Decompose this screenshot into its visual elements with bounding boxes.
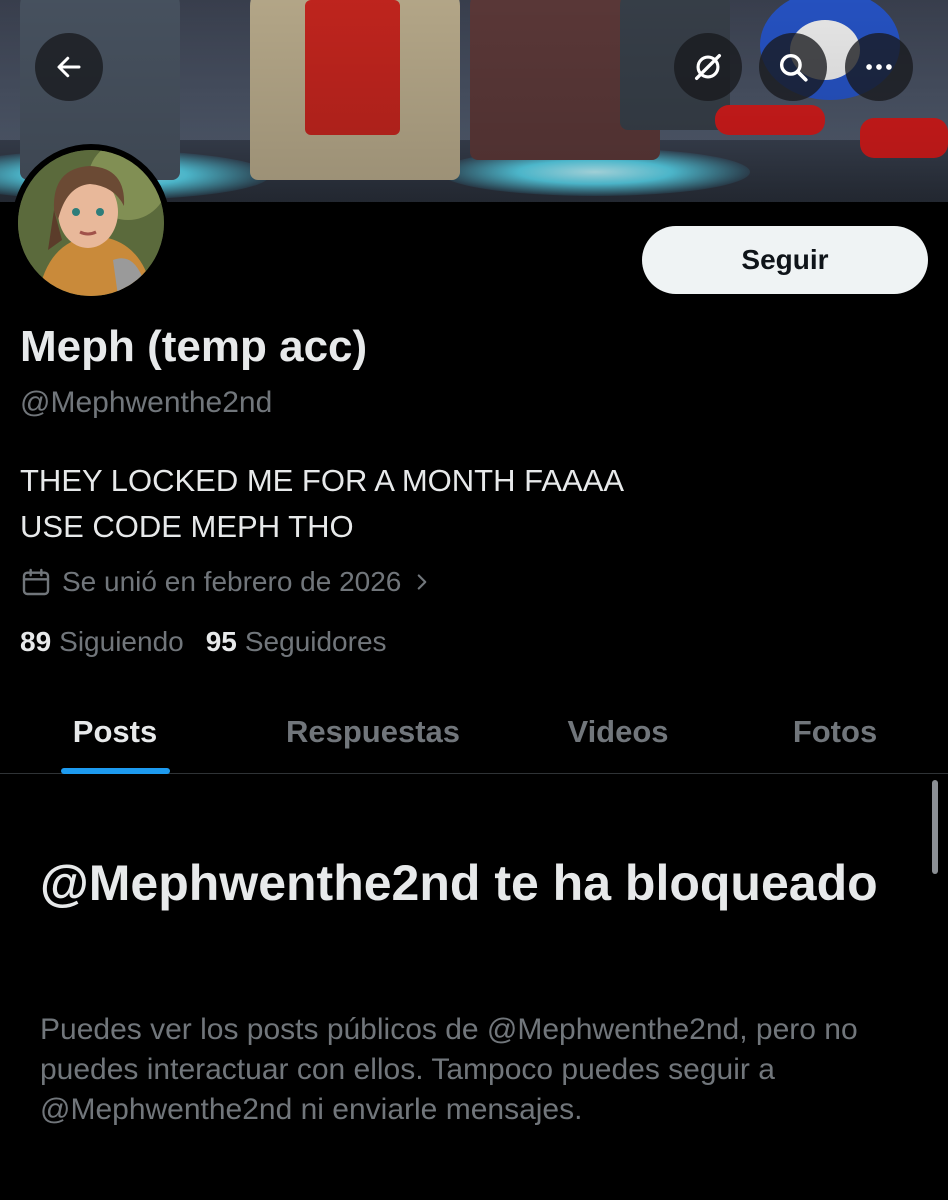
followers-label: Seguidores xyxy=(244,626,387,657)
avatar-image xyxy=(18,150,164,296)
chevron-right-icon xyxy=(418,574,427,590)
bio-line: USE CODE MEPH THO xyxy=(20,509,354,544)
avatar-illustration xyxy=(18,150,164,296)
search-button[interactable] xyxy=(759,33,827,101)
followers-link[interactable]: 95 Seguidores xyxy=(206,626,387,658)
joined-text: Se unió en febrero de 2026 xyxy=(62,566,402,597)
tab-videos[interactable]: Videos xyxy=(540,690,696,774)
search-icon xyxy=(779,53,808,82)
grok-button[interactable] xyxy=(674,33,742,101)
grok-slash-icon xyxy=(694,53,722,81)
calendar-icon xyxy=(22,568,50,596)
arrow-left-icon xyxy=(57,56,81,78)
display-name: Meph (temp acc) xyxy=(20,322,368,371)
blocked-description: Puedes ver los posts públicos de @Mephwe… xyxy=(40,1013,858,1126)
tab-respuestas[interactable]: Respuestas xyxy=(260,690,486,774)
more-button[interactable] xyxy=(845,33,913,101)
profile-tabs: Posts Respuestas Videos Fotos xyxy=(0,690,948,774)
following-link[interactable]: 89 Siguiendo xyxy=(20,626,184,658)
blocked-title: @Mephwenthe2nd te ha bloqueado xyxy=(40,855,878,911)
user-handle: @Mephwenthe2nd xyxy=(20,386,273,419)
followers-count: 95 xyxy=(205,626,237,657)
bio-line: THEY LOCKED ME FOR A MONTH FAAAA xyxy=(20,463,625,498)
back-button[interactable] xyxy=(35,33,103,101)
bio: THEY LOCKED ME FOR A MONTH FAAAA USE COD… xyxy=(20,458,624,550)
scrollbar[interactable] xyxy=(932,780,938,874)
follow-button[interactable]: Seguir xyxy=(642,226,928,294)
active-tab-indicator xyxy=(61,768,170,774)
follow-stats: 89 Siguiendo 95 Seguidores xyxy=(20,626,387,658)
more-horizontal-icon xyxy=(866,64,892,70)
tab-fotos[interactable]: Fotos xyxy=(770,690,900,774)
tab-posts[interactable]: Posts xyxy=(40,690,190,774)
joined-date[interactable]: Se unió en febrero de 2026 xyxy=(20,562,433,602)
following-count: 89 xyxy=(20,626,52,657)
avatar[interactable] xyxy=(12,144,170,302)
following-label: Siguiendo xyxy=(59,626,184,657)
